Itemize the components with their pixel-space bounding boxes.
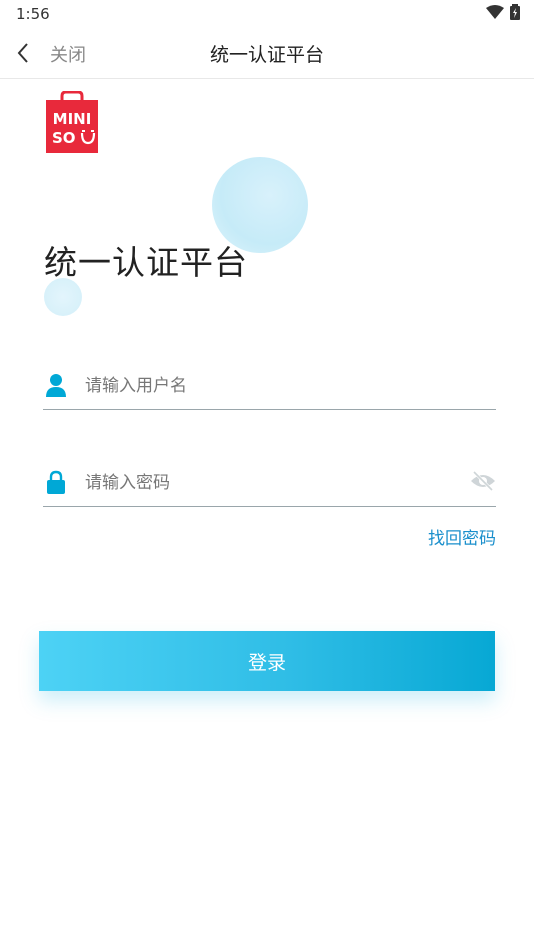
username-field-row (43, 365, 496, 410)
logo-text-mini: MINI (53, 110, 92, 128)
password-input[interactable] (83, 466, 457, 500)
username-input[interactable] (83, 369, 457, 403)
battery-icon (510, 4, 520, 20)
eye-off-icon[interactable] (470, 470, 496, 492)
status-time: 1:56 (16, 5, 50, 23)
nav-title: 统一认证平台 (209, 44, 324, 66)
status-bar: 1:56 (0, 0, 534, 28)
nav-bar: 关闭 统一认证平台 (0, 28, 534, 79)
page-heading: 统一认证平台 (44, 243, 248, 282)
status-icons (486, 4, 520, 20)
lock-icon (47, 470, 65, 494)
logo-text-so: SO (52, 129, 76, 147)
wifi-icon (486, 5, 504, 19)
user-icon (46, 374, 66, 397)
login-button[interactable]: 登录 (39, 631, 495, 691)
forgot-password-link[interactable]: 找回密码 (428, 524, 496, 549)
miniso-logo: MINI SO (46, 91, 98, 153)
password-field-row (43, 462, 496, 507)
